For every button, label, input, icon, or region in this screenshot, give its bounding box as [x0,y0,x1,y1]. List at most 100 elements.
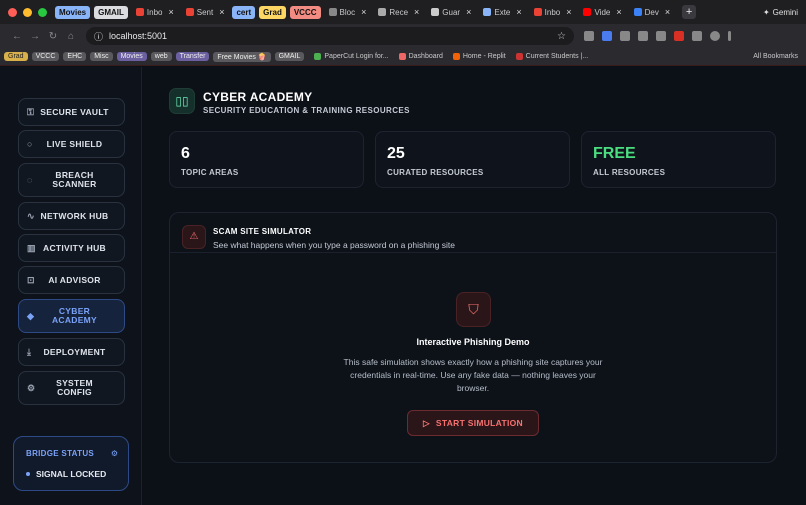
back-icon[interactable]: ← [8,31,26,42]
bookmark-folder[interactable]: Free Movies 🍿 [213,51,271,62]
tab-group-movies[interactable]: Movies [55,5,91,19]
close-tab-icon[interactable]: × [466,7,471,17]
download-icon: ⤓ [27,346,32,357]
sidebar-item-activity-hub[interactable]: ▥ ACTIVITY HUB [18,234,125,262]
page-subtitle: SECURITY EDUCATION & TRAINING RESOURCES [203,106,410,115]
close-tab-icon[interactable]: × [566,7,571,17]
bookmark-folder[interactable]: Misc [90,52,113,61]
reload-icon[interactable]: ↻ [44,31,62,42]
sidebar-item-cyber-academy[interactable]: ◆ CYBER ACADEMY [18,299,125,333]
minimize-window-button[interactable] [23,7,32,17]
new-tab-button[interactable]: + [682,5,697,19]
browser-tab[interactable]: Inbo × [530,1,576,23]
extension-icon[interactable] [656,31,666,41]
browser-tab[interactable]: Sent × [182,1,229,23]
start-simulation-button[interactable]: ▷ START SIMULATION [407,410,539,436]
sidebar-item-ai-advisor[interactable]: ⊡ AI ADVISOR [18,266,125,294]
bookmark-folder[interactable]: Transfer [175,52,210,61]
close-tab-icon[interactable]: × [616,7,621,17]
bookmark-link[interactable]: Dashboard [398,53,443,60]
stat-label: ALL RESOURCES [593,168,666,177]
browser-tab[interactable]: Bloc × [325,1,371,23]
browser-tab[interactable]: Rece × [374,1,423,23]
bookmark-folder[interactable]: web [150,52,172,61]
tab-strip: Movies GMAIL Inbo × Sent × cert Grad VCCC … [55,1,763,23]
page-title: CYBER ACADEMY [203,90,313,104]
panel-header: ⚠ SCAM SITE SIMULATOR See what happens w… [170,213,776,253]
all-bookmarks-button[interactable]: All Bookmarks [753,53,806,60]
sidebar-item-breach-scanner[interactable]: ◌ BREACH SCANNER [18,163,125,197]
extension-icon[interactable] [692,31,702,41]
stat-value: FREE [593,145,636,162]
bookmark-link[interactable]: Home - Replit [452,53,506,60]
stat-card-curated-resources: 25 CURATED RESOURCES [375,131,570,188]
bridge-status-value: SIGNAL LOCKED [26,469,106,479]
extension-icon[interactable] [584,31,594,41]
close-tab-icon[interactable]: × [665,7,670,17]
browser-tab[interactable]: Vide × [579,1,625,23]
stat-value: 25 [387,145,405,162]
sidebar-item-secure-vault[interactable]: ⚿ SECURE VAULT [18,98,125,126]
close-tab-icon[interactable]: × [516,7,521,17]
gmail-icon [185,8,194,16]
app-root: ⚿ SECURE VAULT ○ LIVE SHIELD ◌ BREACH SC… [0,67,806,505]
tab-group-gmail[interactable]: GMAIL [94,5,128,19]
status-dot-icon [26,472,30,476]
stat-value: 6 [181,145,190,162]
scam-simulator-panel: ⚠ SCAM SITE SIMULATOR See what happens w… [169,212,777,463]
shield-icon: ⛉ [456,292,491,327]
url-input[interactable]: ⓘ localhost:5001 ☆ [86,27,574,45]
extension-icon[interactable] [674,31,684,41]
forward-icon[interactable]: → [26,31,44,42]
sparkle-icon: ✦ [762,7,770,17]
close-tab-icon[interactable]: × [361,7,366,17]
tab-group-grad[interactable]: Grad [259,5,286,19]
stat-label: CURATED RESOURCES [387,168,484,177]
browser-tab[interactable]: Exte × [479,1,525,23]
gemini-button[interactable]: ✦ Gemini [763,8,806,17]
maximize-window-button[interactable] [38,7,47,17]
github-icon [378,8,387,16]
extension-icon[interactable] [602,31,612,41]
menu-icon[interactable] [728,31,731,41]
sidebar-item-live-shield[interactable]: ○ LIVE SHIELD [18,130,125,158]
book-icon: ▯▯ [169,88,195,114]
browser-tab[interactable]: Guar × [427,1,475,23]
bookmark-link[interactable]: Current Students |... [515,53,588,60]
bookmark-link[interactable]: PaperCut Login for... [314,53,389,60]
gear-icon[interactable]: ⚙ [111,449,118,458]
profile-avatar[interactable] [710,31,720,41]
graduation-cap-icon: ◆ [27,310,35,321]
bookmark-folder[interactable]: EHC [63,52,87,61]
sidebar-item-network-hub[interactable]: ∿ NETWORK HUB [18,202,125,230]
play-icon: ▷ [423,417,430,428]
extension-icon[interactable] [638,31,648,41]
bookmark-folder[interactable]: Movies [116,52,147,61]
warning-icon: ⚠ [182,225,206,249]
shield-icon: ◌ [27,175,33,185]
dev-icon [633,8,642,16]
close-tab-icon[interactable]: × [219,7,224,17]
bookmark-folder[interactable]: Grad [4,52,28,61]
tab-group-vccc[interactable]: VCCC [289,5,321,19]
window-controls [0,7,55,17]
close-window-button[interactable] [8,7,17,17]
site-info-icon[interactable]: ⓘ [94,30,103,43]
bookmark-folder[interactable]: GMAIL [274,52,305,61]
browser-tab[interactable]: Inbo × [132,1,178,23]
home-icon[interactable]: ⌂ [62,31,80,42]
close-tab-icon[interactable]: × [414,7,419,17]
bookmark-star-icon[interactable]: ☆ [557,31,566,42]
browser-tab[interactable]: Dev × [630,1,675,23]
extension-icons [584,31,731,41]
sidebar-item-system-config[interactable]: ⚙ SYSTEM CONFIG [18,371,125,405]
bookmark-folder[interactable]: VCCC [31,52,60,61]
extension-icon[interactable] [620,31,630,41]
close-tab-icon[interactable]: × [168,7,173,17]
page-icon [328,8,337,16]
main-content: ▯▯ CYBER ACADEMY SECURITY EDUCATION & TR… [142,67,806,505]
bridge-status-card: BRIDGE STATUS ⚙ SIGNAL LOCKED [13,436,129,491]
bar-chart-icon: ▥ [27,242,36,253]
sidebar-item-deployment[interactable]: ⤓ DEPLOYMENT [18,338,125,366]
tab-group-cert[interactable]: cert [232,5,256,19]
